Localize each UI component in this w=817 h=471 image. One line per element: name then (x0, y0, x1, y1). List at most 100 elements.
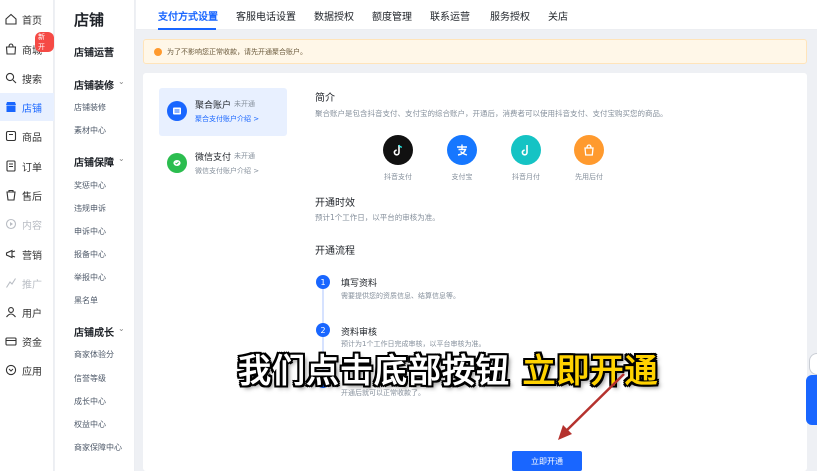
method-aggregate-account[interactable]: 聚合账户 未开通 聚合支付账户介绍 > (159, 88, 287, 136)
submenu-item[interactable]: 举报中心 (74, 272, 106, 283)
pay-icon-label: 支付宝 (451, 173, 473, 181)
nav-item-mall[interactable]: 商城 新开 (0, 32, 54, 63)
tab-close-store[interactable]: 关店 (548, 8, 568, 23)
floating-help-button[interactable] (809, 353, 817, 375)
order-icon (5, 160, 17, 172)
chevron-down-icon: ⌄ (118, 154, 125, 163)
method-name: 聚合账户 (195, 101, 232, 111)
nav-item-orders[interactable]: 订单 (0, 152, 54, 180)
nav-item-search[interactable]: 搜索 (0, 64, 54, 92)
tab-service-authorization[interactable]: 服务授权 (490, 8, 530, 23)
submenu-item[interactable]: 商家体验分 (74, 349, 114, 360)
method-intro-link[interactable]: 聚合支付账户介绍 > (195, 114, 259, 124)
submenu-item[interactable]: 违规申诉 (74, 203, 106, 214)
nav-item-marketing[interactable]: 营销 (0, 240, 54, 268)
nav-label: 用户 (22, 308, 42, 320)
nav-item-fund[interactable]: 资金 (0, 327, 54, 355)
wallet-icon (167, 101, 187, 121)
intro-text: 聚合账户是包含抖音支付、支付宝的综合账户，开通后，消费者可以使用抖音支付、支付宝… (315, 109, 668, 118)
submenu-header[interactable]: 店铺成长 ⌄ (74, 324, 125, 339)
promote-icon (5, 277, 17, 289)
submenu-item[interactable]: 奖惩中心 (74, 180, 106, 191)
nav-item-aftersale[interactable]: 售后 (0, 181, 54, 209)
nav-label: 店铺 (22, 103, 42, 115)
pay-later-icon (574, 135, 604, 165)
nav-item-store[interactable]: 店铺 (0, 93, 54, 121)
open-now-button[interactable]: 立即开通 (512, 451, 582, 471)
timing-title: 开通时效 (315, 198, 355, 209)
notice-text: 为了不影响您正常收款，请先开通聚合账户。 (167, 47, 307, 56)
active-tab-indicator (158, 28, 216, 30)
user-icon (5, 306, 17, 318)
payment-settings-card: 聚合账户 未开通 聚合支付账户介绍 > 微信支付 未开通 微信支付账户介绍 > … (143, 73, 807, 471)
nav-item-promote[interactable]: 推广 (0, 269, 54, 297)
submenu-item[interactable]: 店铺装修 (74, 102, 106, 113)
step-title: 资料审核 (341, 328, 378, 338)
wechat-pay-icon (167, 153, 187, 173)
method-wechat-pay[interactable]: 微信支付 未开通 微信支付账户介绍 > (159, 140, 287, 188)
pay-icon-label: 抖音支付 (384, 173, 412, 181)
chevron-down-icon: ⌄ (118, 324, 125, 333)
store-submenu: 店铺 店铺运营 店铺装修 ⌄ 店铺装修 素材中心 店铺保障 ⌄ 奖惩中心 违规申诉 … (55, 0, 135, 471)
chevron-down-icon: ⌄ (118, 77, 125, 86)
pay-icon-label: 抖音月付 (512, 173, 540, 181)
nav-label: 订单 (22, 162, 42, 174)
submenu-header[interactable]: 店铺运营 (74, 44, 114, 59)
nav-label: 推广 (22, 279, 42, 291)
step-number: 1 (316, 275, 330, 289)
goods-icon (5, 130, 17, 142)
submenu-item[interactable]: 成长中心 (74, 396, 106, 407)
tab-payment-settings[interactable]: 支付方式设置 (158, 8, 218, 23)
tab-data-authorization[interactable]: 数据授权 (314, 8, 354, 23)
notice-banner: 为了不影响您正常收款，请先开通聚合账户。 (143, 39, 807, 64)
nav-label: 商品 (22, 132, 42, 144)
nav-label: 营销 (22, 250, 42, 262)
nav-item-content[interactable]: 内容 (0, 210, 54, 238)
timing-text: 预计1个工作日，以平台的审核为准。 (315, 213, 440, 222)
intro-title: 简介 (315, 93, 335, 104)
process-title: 开通流程 (315, 246, 355, 257)
step-connector (322, 288, 324, 324)
nav-label: 首页 (22, 15, 42, 27)
nav-item-goods[interactable]: 商品 (0, 122, 54, 150)
submenu-item[interactable]: 申诉中心 (74, 226, 106, 237)
submenu-header[interactable]: 店铺装修 ⌄ (74, 77, 125, 92)
tab-quota-management[interactable]: 额度管理 (372, 8, 412, 23)
nav-label: 资金 (22, 337, 42, 349)
submenu-item[interactable]: 黑名单 (74, 295, 98, 306)
alipay-icon (447, 135, 477, 165)
submenu-header[interactable]: 店铺保障 ⌄ (74, 154, 125, 169)
fund-icon (5, 335, 17, 347)
douyin-icon (383, 135, 413, 165)
main-nav-rail: 首页 商城 新开 搜索 店铺 商品 订单 售后 内容 营销 推广 用户 资金 应… (0, 0, 54, 471)
step-number: 2 (316, 323, 330, 337)
tab-contact-operations[interactable]: 联系运营 (430, 8, 470, 23)
submenu-item[interactable]: 素材中心 (74, 125, 106, 136)
aftersale-icon (5, 189, 17, 201)
nav-label: 应用 (22, 366, 42, 378)
step-desc: 需要提供您的资质信息、结算信息等。 (341, 292, 460, 300)
shop-icon (5, 43, 17, 55)
tab-service-phone[interactable]: 客服电话设置 (236, 8, 296, 23)
submenu-item[interactable]: 报备中心 (74, 249, 106, 260)
submenu-item[interactable]: 商家保障中心 (74, 442, 122, 453)
nav-item-home[interactable]: 首页 (0, 5, 54, 33)
nav-label: 内容 (22, 220, 42, 232)
video-caption: 我们点击底部按钮 立即开通 (238, 351, 659, 390)
submenu-item[interactable]: 信誉等级 (74, 373, 106, 384)
method-status: 未开通 (234, 100, 255, 108)
method-name: 微信支付 (195, 153, 232, 163)
nav-item-user[interactable]: 用户 (0, 298, 54, 326)
method-intro-link[interactable]: 微信支付账户介绍 > (195, 166, 259, 176)
caption-highlight: 立即开通 (522, 351, 659, 390)
submenu-item[interactable]: 权益中心 (74, 419, 106, 430)
nav-label: 售后 (22, 191, 42, 203)
nav-item-app[interactable]: 应用 (0, 356, 54, 384)
home-icon (5, 13, 17, 25)
floating-service-button[interactable] (806, 375, 817, 425)
submenu-title: 店铺 (74, 11, 105, 29)
method-status: 未开通 (234, 152, 255, 160)
store-icon (5, 101, 17, 113)
warning-icon (154, 47, 162, 56)
douyin-monthly-icon (511, 135, 541, 165)
